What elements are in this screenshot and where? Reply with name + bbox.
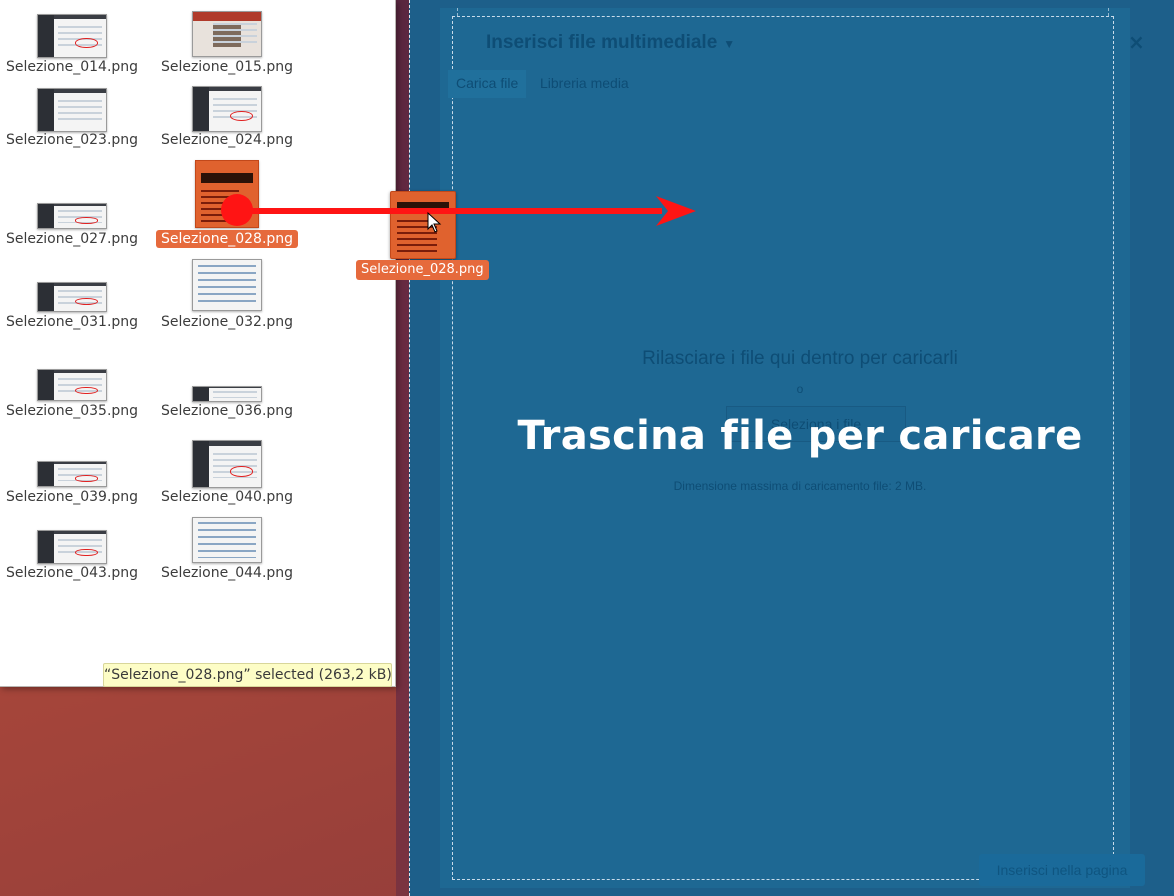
drag-origin-dot (221, 194, 253, 226)
mouse-cursor-icon (427, 211, 442, 233)
annotation-overlay (221, 194, 696, 233)
